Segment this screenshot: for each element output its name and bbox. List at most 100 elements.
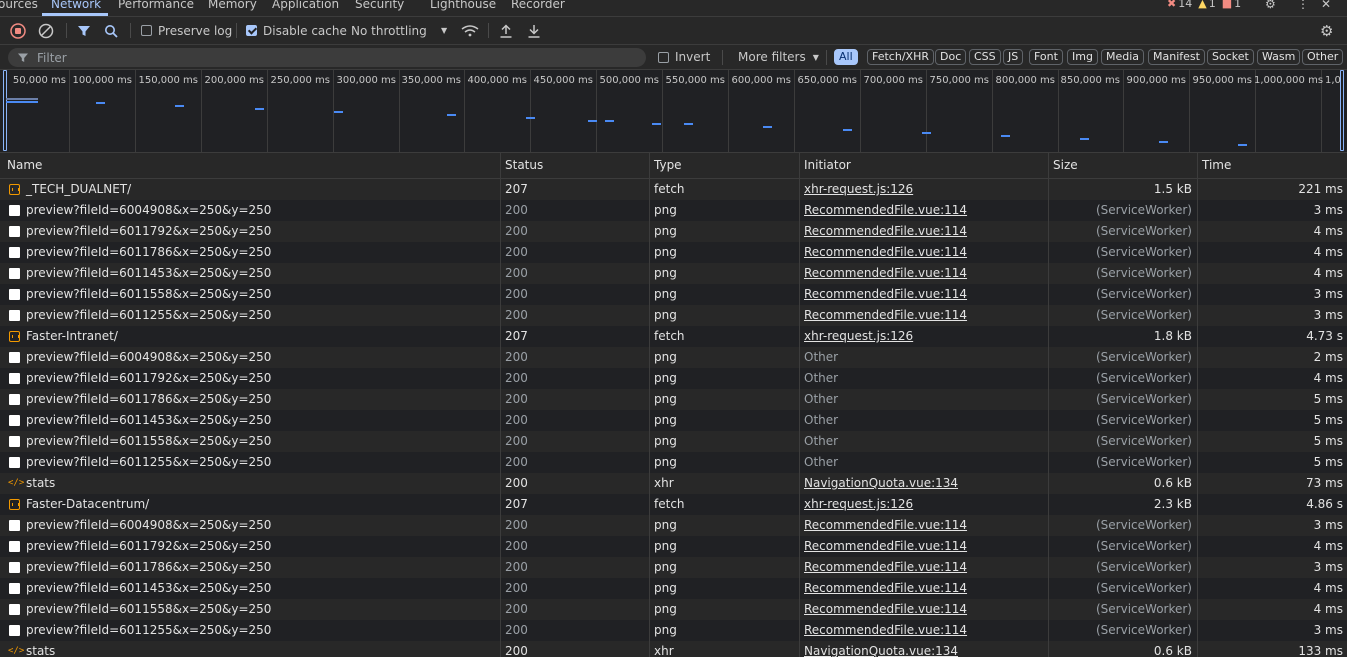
table-row[interactable]: preview?fileId=6011558&x=250&y=250 200 png… (0, 284, 1347, 305)
request-name-cell[interactable]: preview?fileId=6011558&x=250&y=250 (0, 599, 501, 620)
request-name-cell[interactable]: Faster-Intranet/ (0, 326, 501, 347)
request-name-cell[interactable]: preview?fileId=6011453&x=250&y=250 (0, 410, 501, 431)
table-row[interactable]: preview?fileId=6011453&x=250&y=250 200 png… (0, 410, 1347, 431)
table-row[interactable]: Faster-Datacentrum/207 fetch xhr-request.j… (0, 494, 1347, 515)
more-filters-dropdown[interactable]: More filters ▼ (738, 45, 819, 69)
tab-performance[interactable]: Performance (118, 0, 194, 11)
filter-chip-socket[interactable]: Socket (1207, 49, 1254, 65)
request-name-cell[interactable]: preview?fileId=6011792&x=250&y=250 (0, 536, 501, 557)
column-header-size[interactable]: Size (1049, 153, 1198, 178)
invert-toggle[interactable]: Invert (658, 45, 710, 69)
request-name-cell[interactable]: </> stats (0, 473, 501, 494)
disable-cache-checkbox[interactable] (246, 25, 257, 36)
clear-button[interactable] (38, 17, 54, 44)
filter-chip-wasm[interactable]: Wasm (1257, 49, 1301, 65)
initiator-link[interactable]: RecommendedFile.vue:114 (804, 203, 967, 217)
initiator-link[interactable]: RecommendedFile.vue:114 (804, 224, 967, 238)
table-row[interactable]: preview?fileId=6011792&x=250&y=250 200 png… (0, 536, 1347, 557)
table-row[interactable]: preview?fileId=6011255&x=250&y=250 200 png… (0, 452, 1347, 473)
column-header-initiator[interactable]: Initiator (800, 153, 1049, 178)
table-row[interactable]: preview?fileId=6011792&x=250&y=250 200 png… (0, 221, 1347, 242)
request-name-cell[interactable]: preview?fileId=6011786&x=250&y=250 (0, 242, 501, 263)
filter-chip-js[interactable]: JS (1003, 49, 1024, 65)
preserve-log-toggle[interactable]: Preserve log (141, 17, 232, 44)
table-row[interactable]: preview?fileId=6004908&x=250&y=250 200 png… (0, 200, 1347, 221)
filter-chip-doc[interactable]: Doc (935, 49, 967, 65)
initiator-link[interactable]: xhr-request.js:126 (804, 497, 913, 511)
table-row[interactable]: preview?fileId=6011255&x=250&y=250 200 png… (0, 620, 1347, 641)
more-options-icon[interactable]: ⋮ (1297, 0, 1309, 11)
request-name-cell[interactable]: preview?fileId=6011255&x=250&y=250 (0, 305, 501, 326)
request-name-cell[interactable]: </> stats (0, 641, 501, 657)
request-name-cell[interactable]: preview?fileId=6011453&x=250&y=250 (0, 263, 501, 284)
initiator-link[interactable]: RecommendedFile.vue:114 (804, 308, 967, 322)
table-row[interactable]: preview?fileId=6011786&x=250&y=250 200 png… (0, 557, 1347, 578)
filter-chip-css[interactable]: CSS (969, 49, 1001, 65)
network-conditions-button[interactable] (461, 17, 479, 44)
request-name-cell[interactable]: preview?fileId=6011558&x=250&y=250 (0, 284, 501, 305)
tab-lighthouse[interactable]: Lighthouse (430, 0, 496, 11)
request-name-cell[interactable]: preview?fileId=6011558&x=250&y=250 (0, 431, 501, 452)
initiator-link[interactable]: RecommendedFile.vue:114 (804, 623, 967, 637)
request-name-cell[interactable]: preview?fileId=6011792&x=250&y=250 (0, 368, 501, 389)
initiator-link[interactable]: RecommendedFile.vue:114 (804, 518, 967, 532)
tab-network[interactable]: Network (51, 0, 101, 11)
close-devtools-icon[interactable]: ✕ (1321, 0, 1331, 11)
table-row[interactable]: preview?fileId=6004908&x=250&y=250 200 png… (0, 515, 1347, 536)
request-name-cell[interactable]: preview?fileId=6011792&x=250&y=250 (0, 221, 501, 242)
column-header-time[interactable]: Time (1198, 153, 1347, 178)
initiator-link[interactable]: RecommendedFile.vue:114 (804, 266, 967, 280)
table-row[interactable]: preview?fileId=6011558&x=250&y=250 200 png… (0, 599, 1347, 620)
table-row[interactable]: </> stats 200 xhr NavigationQuota.vue:134 0.6… (0, 473, 1347, 494)
request-name-cell[interactable]: preview?fileId=6004908&x=250&y=250 (0, 515, 501, 536)
network-settings-gear-icon[interactable]: ⚙ (1320, 17, 1333, 44)
initiator-link[interactable]: RecommendedFile.vue:114 (804, 560, 967, 574)
tab-security[interactable]: Security (355, 0, 404, 11)
table-row[interactable]: preview?fileId=6011786&x=250&y=250 200 png… (0, 242, 1347, 263)
request-name-cell[interactable]: preview?fileId=6011255&x=250&y=250 (0, 452, 501, 473)
column-header-type[interactable]: Type (650, 153, 800, 178)
initiator-link[interactable]: NavigationQuota.vue:134 (804, 476, 958, 490)
tab-application[interactable]: Application (272, 0, 339, 11)
table-row[interactable]: preview?fileId=6011453&x=250&y=250 200 png… (0, 263, 1347, 284)
throttling-select[interactable]: No throttling ▼ (351, 17, 451, 44)
request-name-cell[interactable]: Faster-Datacentrum/ (0, 494, 501, 515)
initiator-link[interactable]: RecommendedFile.vue:114 (804, 245, 967, 259)
request-name-cell[interactable]: _TECH_DUALNET/ (0, 179, 501, 200)
record-button[interactable] (10, 17, 26, 44)
search-button[interactable] (104, 17, 118, 44)
export-har-button[interactable] (527, 17, 541, 44)
preserve-log-checkbox[interactable] (141, 25, 152, 36)
request-name-cell[interactable]: preview?fileId=6011255&x=250&y=250 (0, 620, 501, 641)
table-row[interactable]: preview?fileId=6011453&x=250&y=250 200 png… (0, 578, 1347, 599)
initiator-link[interactable]: xhr-request.js:126 (804, 182, 913, 196)
settings-gear-icon[interactable]: ⚙ (1265, 0, 1276, 11)
filter-chip-manifest[interactable]: Manifest (1148, 49, 1205, 65)
filter-toggle-button[interactable] (77, 17, 91, 44)
tab-memory[interactable]: Memory (208, 0, 257, 11)
table-row[interactable]: preview?fileId=6011792&x=250&y=250 200 png… (0, 368, 1347, 389)
table-row[interactable]: preview?fileId=6004908&x=250&y=250 200 png… (0, 347, 1347, 368)
request-name-cell[interactable]: preview?fileId=6011786&x=250&y=250 (0, 557, 501, 578)
table-row[interactable]: _TECH_DUALNET/207 fetch xhr-request.js:126… (0, 179, 1347, 200)
initiator-link[interactable]: RecommendedFile.vue:114 (804, 539, 967, 553)
initiator-link[interactable]: RecommendedFile.vue:114 (804, 287, 967, 301)
filter-chip-font[interactable]: Font (1029, 49, 1063, 65)
table-row[interactable]: Faster-Intranet/207 fetch xhr-request.js:1… (0, 326, 1347, 347)
request-name-cell[interactable]: preview?fileId=6004908&x=250&y=250 (0, 347, 501, 368)
import-har-button[interactable] (499, 17, 513, 44)
column-header-status[interactable]: Status (501, 153, 650, 178)
request-name-cell[interactable]: preview?fileId=6011453&x=250&y=250 (0, 578, 501, 599)
tab-recorder[interactable]: Recorder (511, 0, 565, 11)
tab-sources[interactable]: ources (0, 0, 38, 11)
column-header-name[interactable]: Name (0, 153, 501, 178)
filter-chip-img[interactable]: Img (1067, 49, 1098, 65)
table-row[interactable]: preview?fileId=6011786&x=250&y=250 200 png… (0, 389, 1347, 410)
initiator-link[interactable]: RecommendedFile.vue:114 (804, 602, 967, 616)
request-name-cell[interactable]: preview?fileId=6004908&x=250&y=250 (0, 200, 501, 221)
table-row[interactable]: preview?fileId=6011558&x=250&y=250 200 png… (0, 431, 1347, 452)
filter-chip-all[interactable]: All (834, 49, 858, 65)
filter-chip-other[interactable]: Other (1302, 49, 1344, 65)
filter-chip-fetch-xhr[interactable]: Fetch/XHR (867, 49, 934, 65)
initiator-link[interactable]: NavigationQuota.vue:134 (804, 644, 958, 657)
